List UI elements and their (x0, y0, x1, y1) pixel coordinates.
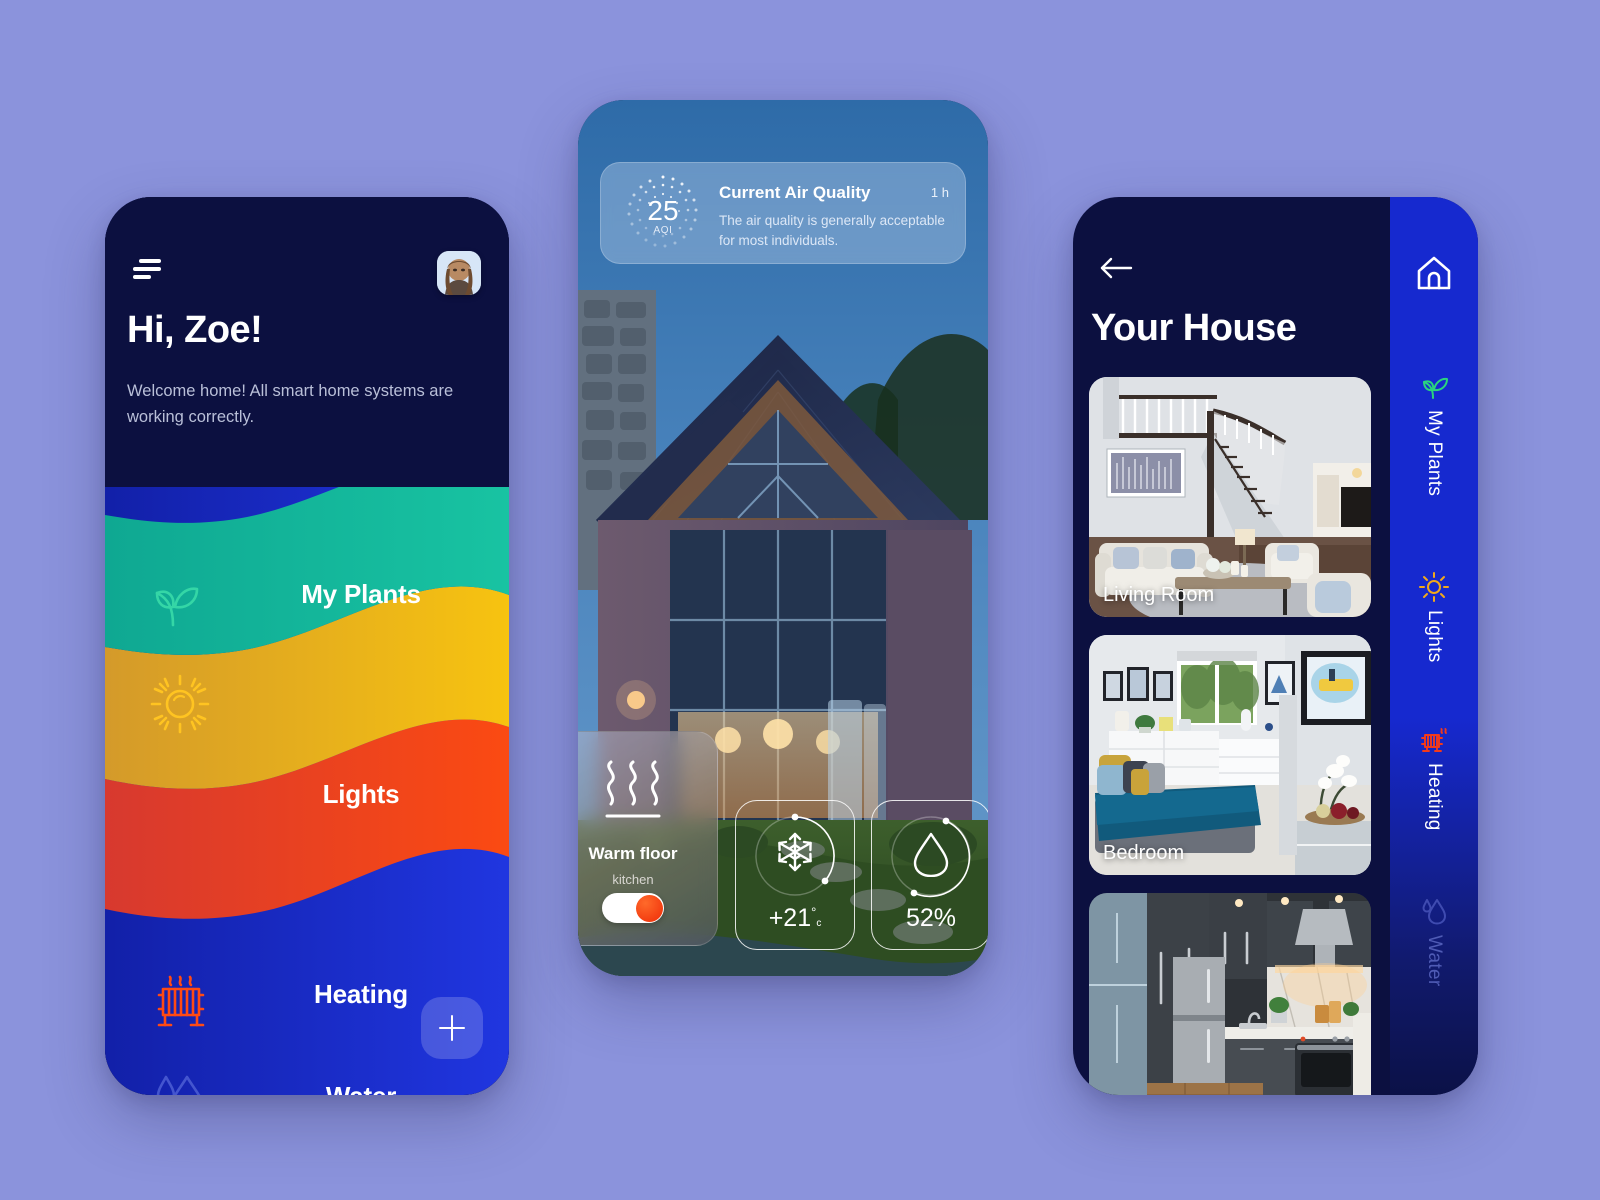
plant-sprout-icon (1419, 372, 1449, 402)
aqi-unit: AQI (653, 225, 673, 236)
rail-item-heating[interactable]: Heating (1390, 725, 1478, 831)
air-quality-card[interactable]: 25 AQI Current Air Quality 1 h The air q… (600, 162, 966, 264)
temperature-sensor-card[interactable]: +21°c (735, 800, 855, 950)
rail-item-my-plants[interactable]: My Plants (1390, 372, 1478, 496)
water-drop-icon (1419, 897, 1449, 927)
snowflake-icon (774, 831, 816, 878)
rail-item-lights[interactable]: Lights (1390, 572, 1478, 663)
warm-floor-card[interactable]: Warm floor kitchen (578, 731, 718, 946)
side-navigation-rail: My Plants Lights Heating Water (1390, 197, 1478, 1095)
warm-floor-title: Warm floor (588, 844, 678, 863)
water-drop-icon (912, 831, 950, 882)
sun-icon (1419, 572, 1449, 602)
phone-dashboard: Hi, Zoe! Welcome home! All smart home sy… (105, 197, 509, 1095)
user-avatar-illustration (437, 251, 481, 295)
room-label: Bedroom (1103, 842, 1185, 864)
rail-item-water[interactable]: Water (1390, 897, 1478, 986)
phone-house-view: 25 AQI Current Air Quality 1 h The air q… (578, 100, 988, 976)
add-button[interactable] (421, 997, 483, 1059)
bedroom-photo (1089, 635, 1371, 875)
warm-floor-toggle[interactable] (602, 893, 664, 923)
screenshot-canvas: Hi, Zoe! Welcome home! All smart home sy… (0, 0, 1600, 1200)
kitchen-photo (1089, 893, 1371, 1095)
living-room-photo (1089, 377, 1371, 617)
aqi-value: 25 (647, 195, 679, 226)
air-quality-timestamp: 1 h (930, 185, 949, 200)
arrow-left-icon[interactable] (1099, 255, 1133, 281)
warm-floor-room: kitchen (612, 872, 654, 887)
room-card-kitchen[interactable] (1089, 893, 1371, 1095)
avatar[interactable] (437, 251, 481, 295)
rail-label: My Plants (1424, 410, 1445, 497)
radiator-icon (1418, 725, 1450, 755)
room-list: Living Room Bedroom (1089, 377, 1371, 1095)
humidity-sensor-card[interactable]: 52% (871, 800, 988, 950)
room-card-living-room[interactable]: Living Room (1089, 377, 1371, 617)
rail-label: Water (1424, 935, 1445, 987)
air-quality-title: Current Air Quality (719, 183, 871, 202)
rail-label: Heating (1424, 763, 1445, 831)
room-card-bedroom[interactable]: Bedroom (1089, 635, 1371, 875)
page-title: Hi, Zoe! (127, 309, 263, 351)
heat-waves-icon (578, 746, 717, 832)
page-title: Your House (1091, 307, 1297, 349)
phone-rooms-view: Your House Living Room Bedroom My Plants… (1073, 197, 1478, 1095)
temperature-value: +21°c (768, 904, 822, 932)
welcome-text: Welcome home! All smart home systems are… (127, 382, 454, 426)
rail-label: Lights (1424, 610, 1445, 663)
air-quality-description: The air quality is generally acceptable … (719, 213, 945, 248)
hamburger-icon[interactable] (133, 259, 167, 281)
dashboard-header: Hi, Zoe! Welcome home! All smart home sy… (105, 197, 509, 487)
room-label: Living Room (1103, 584, 1215, 606)
home-icon[interactable] (1414, 253, 1454, 293)
humidity-value: 52% (905, 904, 957, 932)
toggle-knob (635, 894, 663, 922)
